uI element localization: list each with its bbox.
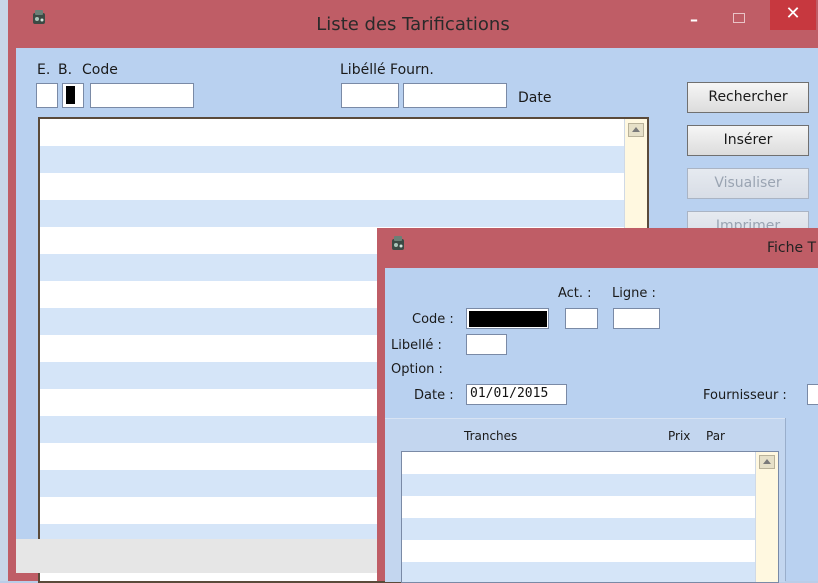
- list-row[interactable]: [402, 562, 778, 582]
- code-label: Code :: [412, 312, 454, 327]
- filter-libelle-field[interactable]: [341, 83, 399, 108]
- fiche-window-title: Fiche T: [767, 240, 817, 256]
- fiche-window: Fiche T Act. : Ligne : Code : Libellé : …: [377, 228, 818, 583]
- ligne-label: Ligne :: [612, 286, 656, 301]
- list-row[interactable]: [402, 496, 778, 518]
- minimize-button[interactable]: –: [684, 12, 704, 30]
- tranches-header: Tranches: [464, 429, 518, 443]
- filter-b-field[interactable]: [62, 83, 84, 108]
- header-b: B.: [58, 62, 73, 78]
- ligne-field[interactable]: [613, 308, 660, 329]
- tranches-scrollbar[interactable]: [755, 452, 778, 582]
- list-row[interactable]: [402, 474, 778, 496]
- list-row[interactable]: [40, 146, 647, 173]
- filter-code-field[interactable]: [90, 83, 194, 108]
- act-label: Act. :: [558, 286, 592, 301]
- code-field[interactable]: [466, 308, 549, 329]
- fournisseur-field[interactable]: [807, 384, 818, 405]
- prix-header: Prix: [668, 429, 691, 443]
- date-field[interactable]: 01/01/2015: [466, 384, 567, 405]
- fournisseur-label: Fournisseur :: [703, 388, 787, 403]
- scroll-up-arrow-icon[interactable]: [759, 455, 775, 469]
- filter-e-field[interactable]: [36, 83, 58, 108]
- fiche-client-area: Act. : Ligne : Code : Libellé : Option :…: [385, 268, 818, 583]
- tranches-list[interactable]: [401, 451, 779, 583]
- filter-fournisseur-field[interactable]: [403, 83, 507, 108]
- fiche-side-panel: [785, 418, 818, 581]
- close-button[interactable]: ✕: [770, 0, 816, 30]
- list-row[interactable]: [40, 173, 647, 200]
- header-e: E.: [37, 62, 51, 78]
- par-header: Par: [706, 429, 725, 443]
- maximize-icon: [733, 13, 745, 23]
- maximize-button[interactable]: [728, 8, 748, 28]
- header-libelle-fourn: Libéllé Fourn.: [340, 62, 434, 78]
- header-date: Date: [518, 90, 552, 106]
- option-label: Option :: [391, 362, 443, 377]
- scroll-up-arrow-icon[interactable]: [628, 123, 644, 137]
- list-row[interactable]: [402, 452, 778, 474]
- header-code: Code: [82, 62, 118, 78]
- act-field[interactable]: [565, 308, 598, 329]
- date-label: Date :: [414, 388, 454, 403]
- visualiser-button[interactable]: Visualiser: [687, 168, 809, 199]
- list-row[interactable]: [402, 540, 778, 562]
- list-row[interactable]: [402, 518, 778, 540]
- list-row[interactable]: [40, 200, 647, 227]
- list-row[interactable]: [40, 119, 647, 146]
- libelle-field[interactable]: [466, 334, 507, 355]
- fiche-app-icon[interactable]: [389, 234, 407, 252]
- libelle-label: Libellé :: [391, 338, 442, 353]
- rechercher-button[interactable]: Rechercher: [687, 82, 809, 113]
- inserer-button[interactable]: Insérer: [687, 125, 809, 156]
